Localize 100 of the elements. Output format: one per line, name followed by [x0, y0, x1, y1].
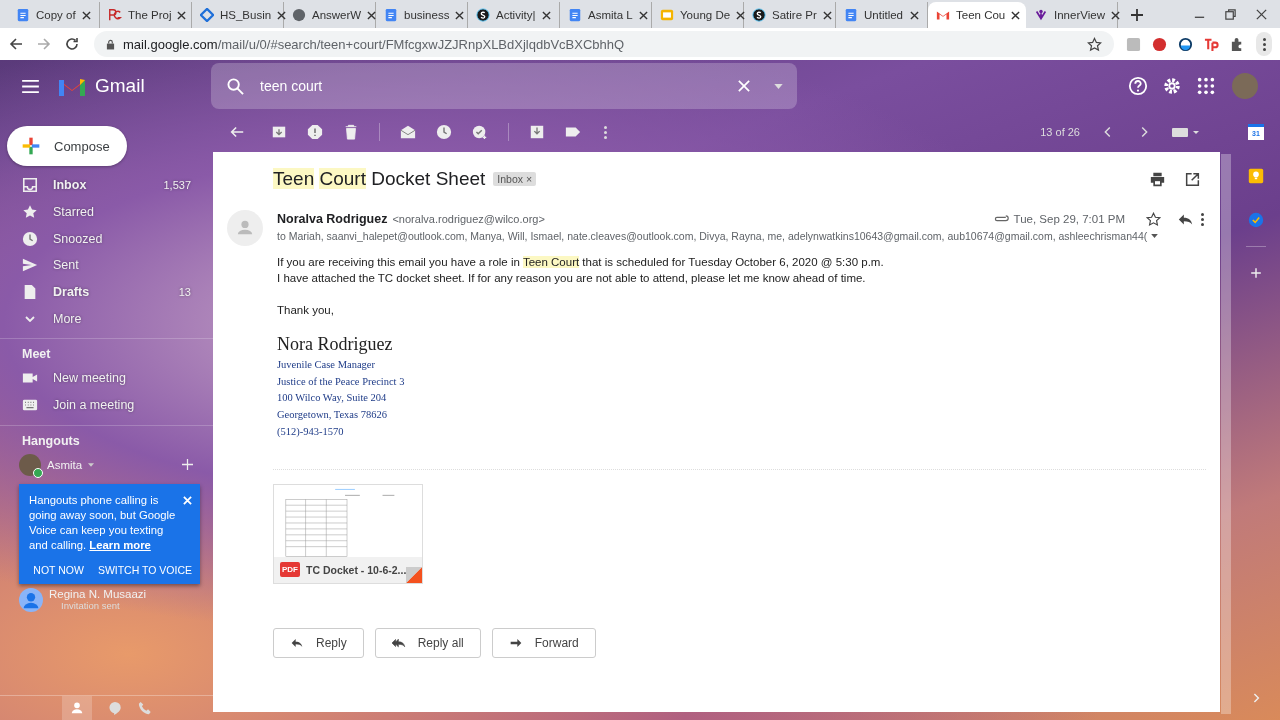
reply-all-icon — [391, 636, 406, 649]
contact-status: Invitation sent — [60, 600, 121, 611]
document-icon — [16, 8, 30, 22]
extension-icon[interactable] — [1178, 36, 1193, 52]
meet-item[interactable]: New meeting — [0, 365, 213, 392]
alert-icon[interactable] — [307, 124, 323, 140]
tab-title: HS_Busin — [220, 9, 272, 21]
close-icon[interactable] — [82, 10, 91, 20]
new-tab-icon[interactable] — [1130, 8, 1144, 22]
app-logo-icon — [476, 8, 490, 22]
inbox-icon — [22, 177, 38, 194]
print-icon[interactable] — [1150, 171, 1165, 187]
extension-icon[interactable] — [1152, 36, 1167, 52]
folder-item[interactable]: Starred — [0, 198, 213, 226]
close-icon[interactable] — [910, 10, 919, 20]
envelope-icon[interactable] — [400, 124, 416, 140]
email-action-button[interactable]: Reply — [273, 627, 364, 658]
tab-title: Copy of — [36, 9, 76, 21]
user-name[interactable]: Asmita — [47, 458, 83, 471]
email-body-text: If you are receiving this email you have a role in Teen Court that is scheduled for Tuesday October 6, 2020 @ 5:30 p.m. — [277, 255, 885, 270]
paperclip-icon — [992, 215, 1009, 223]
add-task-icon[interactable] — [472, 124, 488, 140]
send-icon — [22, 257, 38, 274]
lightbulb-note-icon[interactable] — [1248, 168, 1264, 184]
back-arrow-icon[interactable] — [8, 36, 24, 52]
email-action-button[interactable]: Forward — [491, 627, 596, 658]
folder-label: Snoozed — [53, 231, 104, 246]
network-icon — [1034, 8, 1048, 22]
plus-icon[interactable] — [182, 459, 193, 470]
document-icon — [384, 8, 398, 22]
tab-title: Teen Cou — [956, 9, 1006, 21]
person-avatar-icon — [19, 587, 43, 612]
close-icon[interactable] — [638, 10, 648, 20]
back-arrow-icon[interactable] — [229, 124, 245, 140]
move-to-icon[interactable] — [529, 124, 545, 140]
online-status-icon — [33, 467, 43, 478]
search-icon[interactable] — [227, 77, 244, 95]
section-heading: Meet — [21, 346, 52, 364]
email-action-button[interactable]: Reply all — [374, 627, 481, 658]
close-icon[interactable] — [822, 10, 832, 20]
menu-icon[interactable] — [22, 79, 39, 93]
apps-grid-icon[interactable] — [1196, 76, 1216, 96]
caret-icon[interactable] — [88, 462, 95, 467]
trash-icon[interactable] — [343, 124, 359, 140]
attachment-card[interactable]: PDF TC Docket - 10-6-2... — [273, 483, 423, 584]
task-check-icon[interactable] — [1248, 212, 1264, 228]
folded-corner-icon — [406, 566, 422, 583]
caret-icon[interactable] — [1151, 234, 1159, 238]
tab-title: Untitled — [864, 9, 904, 21]
signature-line: 100 Wilco Way, Suite 204 — [277, 391, 388, 406]
close-icon[interactable] — [1110, 10, 1120, 20]
bookmark-star-icon[interactable] — [1087, 36, 1102, 52]
person-icon[interactable] — [61, 696, 92, 720]
close-icon[interactable] — [455, 10, 465, 20]
signature-line: (512)-943-1570 — [277, 424, 345, 439]
folder-item[interactable]: Snoozed — [0, 225, 213, 253]
close-icon[interactable] — [177, 10, 187, 20]
sender-avatar-icon — [227, 210, 263, 246]
plus-icon[interactable] — [1248, 265, 1264, 281]
reload-icon[interactable] — [64, 36, 80, 52]
close-icon[interactable] — [542, 10, 551, 20]
meet-item[interactable]: Join a meeting — [0, 391, 213, 419]
more-options-icon[interactable] — [1256, 32, 1272, 56]
keyboard-icon[interactable] — [1172, 125, 1200, 139]
search-field[interactable]: teen court — [211, 63, 797, 109]
browser-tab[interactable]: Teen Cou — [928, 2, 1026, 28]
help-icon[interactable] — [1128, 76, 1148, 96]
close-icon[interactable] — [367, 10, 377, 20]
close-icon[interactable] — [1011, 10, 1021, 20]
clock-icon[interactable] — [436, 124, 452, 140]
scrollbar[interactable] — [1221, 154, 1231, 714]
folder-item[interactable]: Sent — [0, 252, 213, 279]
unread-count: 13 — [178, 286, 191, 299]
tab-title: Activity| — [496, 9, 536, 21]
folder-label: More — [53, 311, 83, 326]
folder-item[interactable]: More — [0, 305, 213, 333]
folder-item[interactable]: Inbox 1,537 — [0, 172, 213, 199]
tab-title: InnerView — [1054, 9, 1105, 21]
pagination-count: 13 of 26 — [1040, 126, 1080, 138]
close-icon[interactable] — [1255, 8, 1268, 21]
folder-label: Inbox — [53, 178, 88, 193]
address-field[interactable]: mail.google.com/mail/u/0/#search/teen+court/FMfcgxwJZJRnpXLBdXjlqdbVcBXCbhhQ — [94, 31, 1114, 57]
compose-button[interactable]: Compose — [7, 126, 127, 166]
settings-icon[interactable] — [1162, 76, 1182, 96]
sender-name: Noralva Rodriguez — [277, 212, 388, 226]
clear-search-icon[interactable] — [738, 80, 750, 92]
tab-title: The Proj — [128, 9, 172, 21]
close-icon[interactable] — [736, 10, 746, 20]
folder-item[interactable]: Drafts 13 — [0, 278, 213, 306]
close-icon[interactable] — [277, 10, 287, 20]
learn-more-link[interactable]: Learn more — [89, 538, 151, 551]
popup-action-button[interactable]: SWITCH TO VOICE — [97, 563, 192, 576]
open-in-new-window-icon[interactable] — [1185, 171, 1200, 187]
star-icon[interactable] — [1146, 211, 1161, 227]
plus-icon — [21, 136, 41, 156]
restore-icon[interactable] — [1224, 8, 1237, 21]
inbox-label: Inbox × — [493, 172, 537, 186]
meet-label: Join a meeting — [53, 398, 136, 413]
popup-action-button[interactable]: NOT NOW — [33, 563, 84, 576]
archive-icon[interactable] — [271, 124, 287, 140]
